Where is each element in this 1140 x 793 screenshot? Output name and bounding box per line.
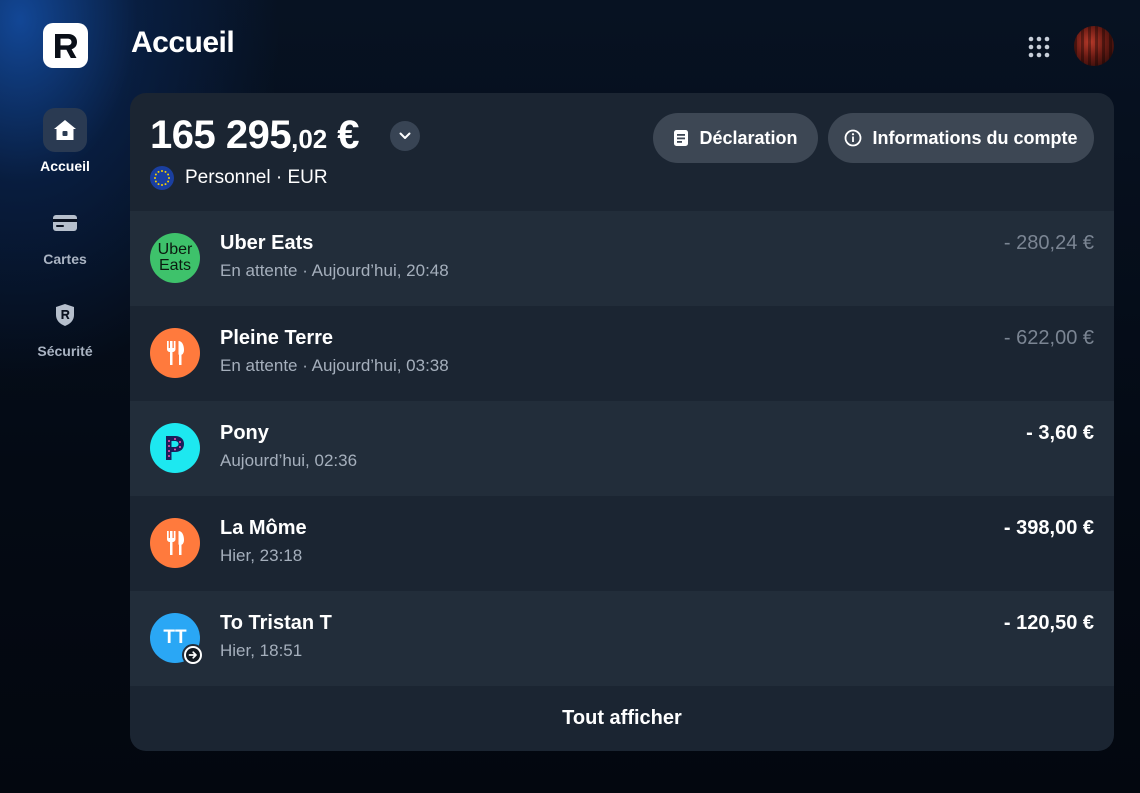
balance-cents: ,02 — [291, 124, 328, 154]
avatar-initials: TT — [163, 627, 187, 648]
balance-amount: 165 295 — [150, 113, 292, 157]
user-avatar[interactable] — [1074, 26, 1114, 66]
chevron-down-icon — [399, 132, 411, 139]
account-info-button[interactable]: Informations du compte — [828, 113, 1094, 163]
show-all-button[interactable]: Tout afficher — [130, 686, 1114, 751]
transaction-amount: - 3,60 € — [1026, 422, 1094, 444]
transaction-merchant: To Tristan T — [220, 612, 332, 634]
pony-logo — [150, 423, 200, 473]
transaction-row[interactable]: TT To Tristan T Hier, 18:51 - 120,50 € — [130, 591, 1114, 686]
document-icon — [674, 130, 689, 146]
transaction-status: En attente · Aujourd’hui, 03:38 — [220, 356, 449, 375]
eu-flag-icon — [150, 166, 174, 190]
sidebar-item-label: Accueil — [40, 158, 90, 174]
page-title: Accueil — [131, 26, 235, 59]
card-icon — [43, 201, 87, 245]
declaration-button[interactable]: Déclaration — [653, 113, 818, 163]
transaction-amount: - 622,00 € — [1003, 327, 1094, 349]
revolut-logo[interactable] — [43, 23, 88, 68]
sidebar-item-accueil[interactable]: Accueil — [20, 108, 110, 174]
transaction-merchant: La Môme — [220, 517, 307, 539]
transaction-row[interactable]: Pony Aujourd’hui, 02:36 - 3,60 € — [130, 401, 1114, 496]
fork-knife-icon — [150, 328, 200, 378]
account-name: Personnel · EUR — [185, 167, 328, 188]
fork-knife-icon — [150, 518, 200, 568]
apps-grid-icon[interactable] — [1027, 35, 1051, 59]
account-card: 165 295 ,02 € Personnel · EUR Déclaratio… — [130, 93, 1114, 751]
transaction-merchant: Pleine Terre — [220, 327, 334, 349]
account-info-label: Informations du compte — [872, 127, 1078, 148]
transaction-status: En attente · Aujourd’hui, 20:48 — [220, 261, 449, 280]
logo-text: Uber — [157, 241, 193, 258]
transaction-row[interactable]: Pleine Terre En attente · Aujourd’hui, 0… — [130, 306, 1114, 401]
transfer-arrow-icon — [182, 644, 204, 666]
transaction-merchant: Uber Eats — [220, 232, 314, 254]
transaction-date: Aujourd’hui, 02:36 — [220, 451, 358, 470]
sidebar-item-label: Sécurité — [37, 343, 93, 359]
transaction-row[interactable]: Uber Eats Uber Eats En attente · Aujourd… — [130, 211, 1114, 306]
sidebar-item-securite[interactable]: Sécurité — [20, 293, 110, 359]
transaction-amount: - 120,50 € — [1003, 612, 1094, 634]
balance-currency: € — [337, 113, 360, 157]
sidebar-item-label: Cartes — [43, 251, 87, 267]
home-icon — [43, 108, 87, 152]
logo-text: Eats — [158, 257, 191, 274]
transaction-row[interactable]: La Môme Hier, 23:18 - 398,00 € — [130, 496, 1114, 591]
transaction-date: Hier, 23:18 — [220, 546, 303, 565]
info-icon — [845, 129, 862, 147]
logo-icon — [54, 33, 77, 58]
transaction-amount: - 398,00 € — [1003, 517, 1094, 539]
sidebar-item-cartes[interactable]: Cartes — [20, 201, 110, 267]
account-balance: 165 295 ,02 € — [150, 113, 360, 158]
account-switch-button[interactable] — [390, 121, 420, 151]
shield-icon — [43, 293, 87, 337]
account-label: Personnel · EUR — [150, 166, 328, 190]
transaction-list: Uber Eats Uber Eats En attente · Aujourd… — [130, 211, 1114, 686]
transaction-merchant: Pony — [220, 422, 269, 444]
transaction-date: Hier, 18:51 — [220, 641, 303, 660]
transaction-amount: - 280,24 € — [1003, 232, 1094, 254]
declaration-label: Déclaration — [699, 127, 798, 148]
uber-eats-logo: Uber Eats — [150, 233, 200, 283]
